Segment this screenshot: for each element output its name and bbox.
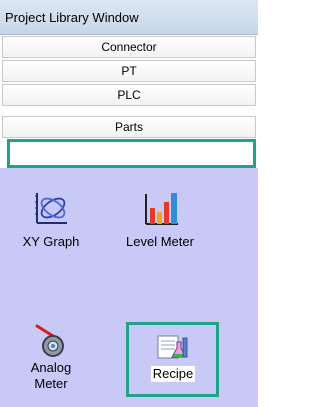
level-meter-icon: [145, 193, 178, 225]
category-parts-label: Parts: [114, 120, 143, 134]
recipe-selection-highlight: [126, 322, 219, 397]
xy-graph-icon: [35, 193, 67, 224]
category-connector-label: Connector: [101, 40, 157, 54]
part-xy-graph[interactable]: XY Graph: [16, 190, 86, 250]
part-level-meter-label: Level Meter: [126, 234, 194, 249]
part-xy-graph-label: XY Graph: [22, 234, 80, 249]
parts-selection-highlight: [7, 139, 256, 168]
category-pt-label: PT: [121, 64, 137, 78]
part-analog-meter-label-line1: Analog: [30, 360, 72, 375]
category-pt[interactable]: PT: [2, 60, 256, 82]
window-title: Project Library Window: [5, 10, 139, 25]
title-bar: Project Library Window: [0, 0, 258, 35]
category-connector[interactable]: Connector: [2, 36, 256, 58]
category-parts[interactable]: Parts: [2, 116, 256, 138]
category-plc-label: PLC: [117, 88, 141, 102]
part-analog-meter-label-line2: Meter: [34, 376, 68, 391]
part-analog-meter[interactable]: Analog Meter: [16, 322, 86, 392]
part-level-meter[interactable]: Level Meter: [120, 190, 200, 250]
category-plc[interactable]: PLC: [2, 84, 256, 106]
analog-meter-icon: [35, 324, 64, 357]
